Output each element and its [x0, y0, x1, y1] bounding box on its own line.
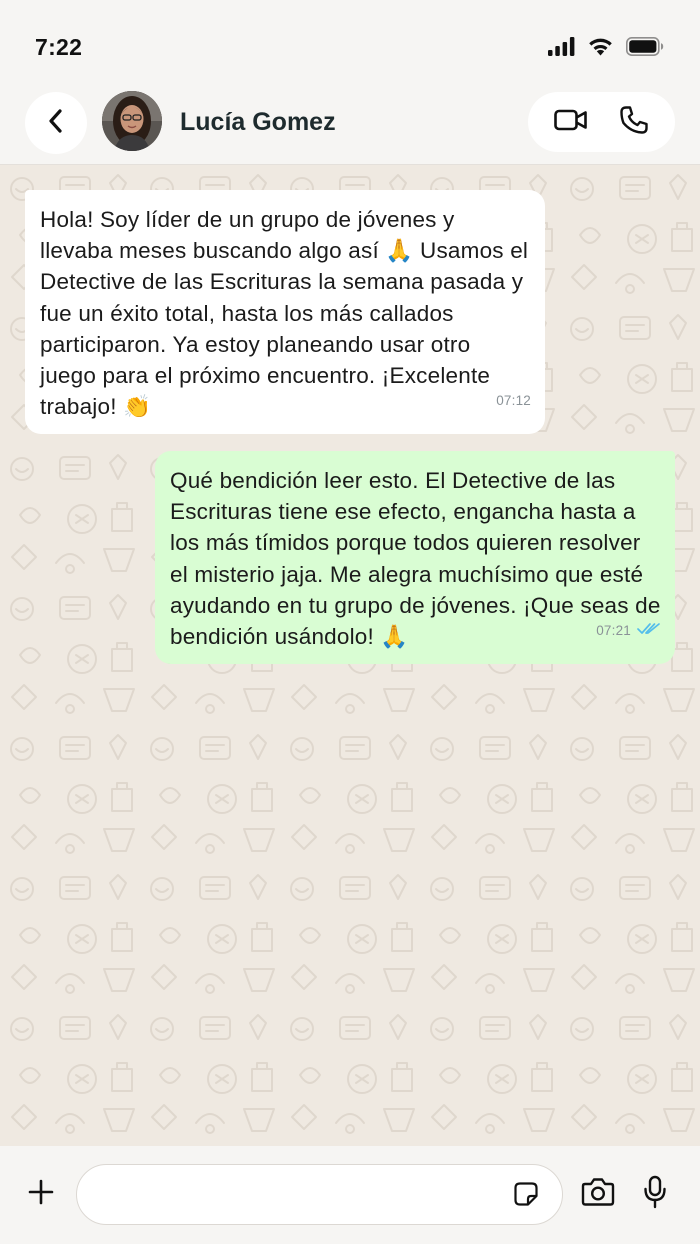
message-time: 07:12 [496, 393, 531, 409]
camera-button[interactable] [580, 1177, 616, 1211]
message-text: Hola! Soy líder de un grupo de jóvenes y… [40, 207, 529, 420]
message-bubble-incoming[interactable]: Hola! Soy líder de un grupo de jóvenes y… [25, 190, 545, 435]
status-icons [548, 37, 664, 61]
message-text: Qué bendición leer esto. El Detective de… [170, 468, 661, 650]
video-camera-icon [554, 108, 588, 137]
status-time: 7:22 [35, 34, 83, 60]
wifi-icon [588, 37, 613, 61]
back-button[interactable] [25, 92, 87, 154]
message-time: 07:21 [596, 623, 631, 639]
sticker-icon [513, 1181, 539, 1212]
status-bar: 7:22 [0, 0, 700, 88]
voice-call-button[interactable] [604, 92, 664, 152]
message-bubble-outgoing[interactable]: Qué bendición leer esto. El Detective de… [155, 451, 675, 665]
microphone-button[interactable] [640, 1175, 670, 1213]
message-meta: 07:12 [496, 385, 531, 416]
microphone-icon [643, 1175, 667, 1214]
video-call-button[interactable] [541, 92, 601, 152]
composer-bar [0, 1146, 700, 1244]
chevron-left-icon [46, 108, 66, 139]
camera-icon [581, 1177, 615, 1212]
chat-header: Lucía Gomez [0, 88, 700, 165]
avatar[interactable] [102, 91, 162, 151]
battery-icon [626, 37, 664, 61]
double-check-icon [637, 615, 661, 646]
signal-icon [548, 37, 575, 61]
plus-icon [28, 1179, 54, 1210]
chat-area[interactable]: Hola! Soy líder de un grupo de jóvenes y… [0, 165, 700, 1146]
sticker-button[interactable] [512, 1181, 540, 1212]
attach-button[interactable] [24, 1177, 58, 1211]
message-meta: 07:21 [596, 615, 661, 646]
phone-icon [619, 105, 649, 140]
message-input[interactable] [76, 1164, 563, 1225]
contact-name[interactable]: Lucía Gomez [180, 108, 336, 137]
call-actions [528, 92, 675, 152]
chat-screen: 7:22 Lucía Gomez Hola! Soy líder de un g… [0, 0, 700, 1244]
